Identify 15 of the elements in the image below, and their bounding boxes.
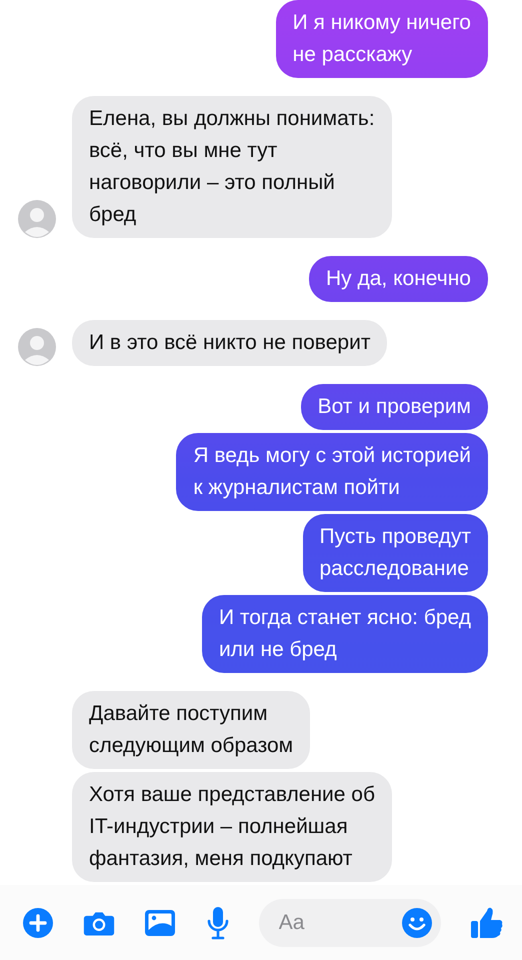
add-icon[interactable] <box>22 906 54 938</box>
message-bubble: Давайте поступим следующим образом <box>72 691 310 769</box>
message-bubble: Пусть проведут расследование <box>302 514 488 592</box>
message-input-field[interactable]: Aa <box>258 898 441 946</box>
message-bubble: Ну да, конечно <box>308 256 488 302</box>
message-bubble: Я ведь могу с этой историей к журналистам пойти <box>176 433 488 511</box>
message-bubble: И я никому ничего не расскажу <box>276 0 488 78</box>
message-bubble: И тогда станет ясно: бред или не бред <box>202 595 488 673</box>
message-bubble: Елена, вы должны понимать: всё, что вы мне тут наговорили – это полный бред <box>72 96 392 238</box>
emoji-icon[interactable] <box>400 906 433 938</box>
message-bubble: И в это всё никто не поверит <box>72 320 388 366</box>
message-bubble: Вот и проверим <box>300 384 488 430</box>
message-bubble: Хотя ваше представление об IT-индустрии – полнейшая фантазия, меня подкупают <box>72 772 392 882</box>
thumbs-up-icon[interactable] <box>470 906 504 940</box>
microphone-icon[interactable] <box>206 906 230 940</box>
